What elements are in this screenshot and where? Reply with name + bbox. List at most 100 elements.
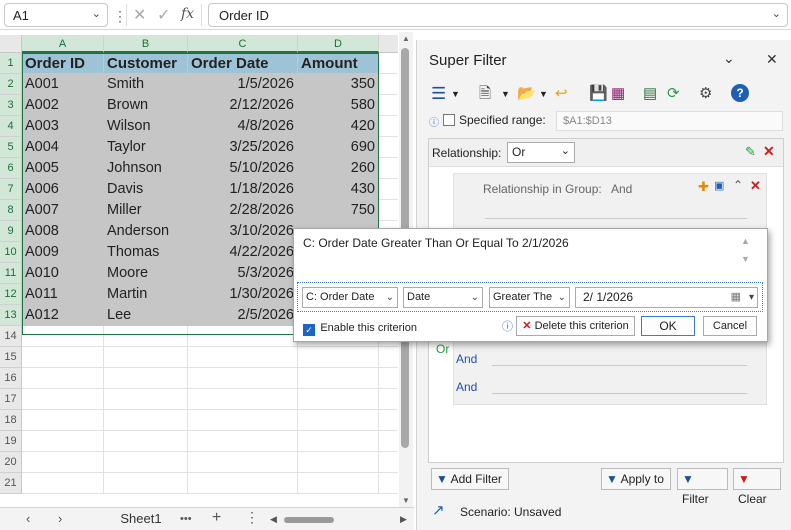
cell[interactable] xyxy=(104,473,188,494)
close-icon[interactable]: ✕ xyxy=(766,51,778,68)
row-header[interactable]: 16 xyxy=(0,368,22,389)
new-file-icon[interactable]: 🗎 xyxy=(479,82,491,106)
cell[interactable]: Davis xyxy=(104,179,188,200)
cell[interactable]: 2/12/2026 xyxy=(188,95,298,116)
cell[interactable] xyxy=(104,326,188,347)
column-header[interactable]: D xyxy=(298,35,379,53)
delete-icon[interactable]: ✕ xyxy=(763,143,775,160)
cell[interactable]: 4/8/2026 xyxy=(188,116,298,137)
filter-button[interactable]: ▼ Filter xyxy=(677,468,728,506)
cell[interactable] xyxy=(379,347,398,368)
cell[interactable]: A006 xyxy=(22,179,104,200)
cell[interactable] xyxy=(22,473,104,494)
row-header[interactable]: 21 xyxy=(0,473,22,494)
enable-criterion-row[interactable]: ✓ Enable this criterion xyxy=(303,320,417,336)
insert-function-icon[interactable]: fx xyxy=(181,6,194,22)
cell[interactable] xyxy=(379,389,398,410)
formula-input[interactable]: Order ID ⌄ xyxy=(208,3,788,27)
cell[interactable] xyxy=(298,431,379,452)
cell[interactable]: 3/25/2026 xyxy=(188,137,298,158)
column-header[interactable]: B xyxy=(104,35,188,53)
cell[interactable]: A008 xyxy=(22,221,104,242)
type-select[interactable]: Date ⌄ xyxy=(403,287,483,308)
open-folder-icon[interactable]: 📂 xyxy=(517,82,536,106)
cell[interactable]: A010 xyxy=(22,263,104,284)
scroll-up-icon[interactable]: ▲ xyxy=(402,34,410,43)
cell[interactable]: Miller xyxy=(104,200,188,221)
row-header[interactable]: 17 xyxy=(0,389,22,410)
cell[interactable] xyxy=(104,410,188,431)
cell[interactable]: 5/3/2026 xyxy=(188,263,298,284)
cancel-button[interactable]: Cancel xyxy=(703,316,757,336)
row-header[interactable]: 1 xyxy=(0,53,22,74)
cell[interactable]: 2/5/2026 xyxy=(188,305,298,326)
row-header[interactable]: 7 xyxy=(0,179,22,200)
cell[interactable] xyxy=(22,368,104,389)
cell[interactable] xyxy=(188,410,298,431)
cell[interactable] xyxy=(298,368,379,389)
cell[interactable]: 5/10/2026 xyxy=(188,158,298,179)
scroll-right-icon[interactable]: ▶ xyxy=(400,514,407,525)
add-filter-button[interactable]: ▼ Add Filter xyxy=(431,468,509,490)
cell[interactable]: Smith xyxy=(104,74,188,95)
chevron-down-icon[interactable]: ⌄ xyxy=(723,50,735,67)
cell[interactable]: 750 xyxy=(298,200,379,221)
cell[interactable]: Wilson xyxy=(104,116,188,137)
specified-range-input[interactable]: $A1:$D13 xyxy=(556,111,783,131)
open-scenario-icon[interactable]: ↗ xyxy=(432,501,445,519)
delete-criterion-button[interactable]: ✕ Delete this criterion xyxy=(516,316,635,336)
row-header[interactable]: 20 xyxy=(0,452,22,473)
cell[interactable]: 4/22/2026 xyxy=(188,242,298,263)
cell[interactable] xyxy=(188,347,298,368)
cell[interactable] xyxy=(104,347,188,368)
cell[interactable] xyxy=(379,158,398,179)
cell[interactable] xyxy=(379,431,398,452)
menu-icon[interactable]: ☰ xyxy=(431,82,446,106)
cell[interactable]: A004 xyxy=(22,137,104,158)
cell[interactable]: Taylor xyxy=(104,137,188,158)
cancel-icon[interactable]: ✕ xyxy=(133,5,146,25)
column-header[interactable] xyxy=(379,35,398,53)
more-sheets-icon[interactable]: ••• xyxy=(180,513,192,525)
group-settings-icon[interactable]: ▣ xyxy=(714,179,724,192)
name-box[interactable]: A1 ⌄ xyxy=(4,3,108,27)
cell[interactable]: A007 xyxy=(22,200,104,221)
apply-to-button[interactable]: ▼ Apply to xyxy=(601,468,671,490)
scroll-up-icon[interactable]: ▲ xyxy=(741,236,750,246)
chevron-down-icon[interactable]: ▼ xyxy=(501,82,510,106)
cell[interactable]: Johnson xyxy=(104,158,188,179)
cell[interactable] xyxy=(379,368,398,389)
cell[interactable] xyxy=(104,368,188,389)
cell[interactable] xyxy=(379,473,398,494)
scenario-icon[interactable]: ▤ xyxy=(643,82,657,106)
cell[interactable]: Anderson xyxy=(104,221,188,242)
clear-button[interactable]: ▼ Clear xyxy=(733,468,781,506)
row-header[interactable]: 14 xyxy=(0,326,22,347)
cell[interactable]: 260 xyxy=(298,158,379,179)
save-as-icon[interactable]: ▦ xyxy=(611,82,625,106)
cell[interactable] xyxy=(188,473,298,494)
scroll-left-icon[interactable]: ◀ xyxy=(270,514,277,525)
cell[interactable]: Customer xyxy=(104,53,188,74)
horizontal-scroll-thumb[interactable] xyxy=(284,517,334,523)
relationship-select[interactable]: Or ⌄ xyxy=(507,142,575,163)
chevron-down-icon[interactable]: ▼ xyxy=(451,82,460,106)
cell[interactable] xyxy=(379,452,398,473)
select-all-corner[interactable] xyxy=(0,35,22,53)
row-header[interactable]: 19 xyxy=(0,431,22,452)
row-header[interactable]: 11 xyxy=(0,263,22,284)
collapse-icon[interactable]: ⌃ xyxy=(733,178,743,192)
cell[interactable]: 1/30/2026 xyxy=(188,284,298,305)
cell[interactable] xyxy=(104,389,188,410)
chevron-down-icon[interactable]: ⌄ xyxy=(561,144,570,157)
add-group-icon[interactable]: ✎ xyxy=(745,144,756,160)
cell[interactable]: A002 xyxy=(22,95,104,116)
next-sheet-icon[interactable]: › xyxy=(58,511,62,526)
row-header[interactable]: 6 xyxy=(0,158,22,179)
cell[interactable] xyxy=(188,326,298,347)
cell[interactable]: Martin xyxy=(104,284,188,305)
cell[interactable]: 690 xyxy=(298,137,379,158)
column-header[interactable]: C xyxy=(188,35,298,53)
save-icon[interactable]: 💾 xyxy=(589,82,608,106)
cell[interactable] xyxy=(379,74,398,95)
